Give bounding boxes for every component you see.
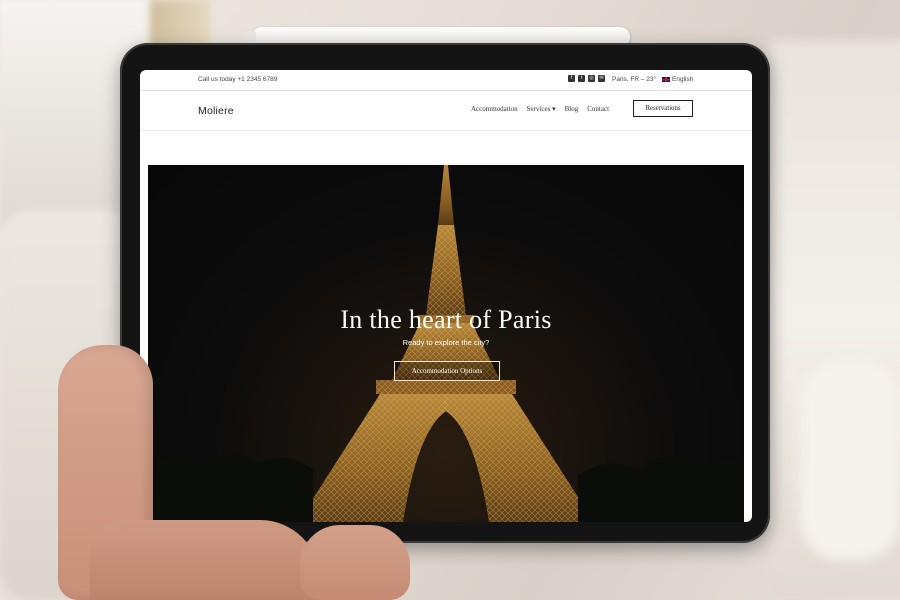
- phone-contact[interactable]: Call us today +1 2345 6789: [198, 76, 277, 83]
- tablet-screen: Call us today +1 2345 6789 f t ◎ ✉ Paris…: [140, 70, 752, 522]
- language-selector[interactable]: English: [662, 76, 693, 83]
- accommodation-options-button[interactable]: Accommodation Options: [394, 361, 500, 381]
- nav-item-accommodation[interactable]: Accommodation: [471, 105, 518, 113]
- main-navigation: Moliere Accommodation Services ▾ Blog Co…: [140, 90, 752, 131]
- hero-title: In the heart of Paris: [340, 305, 552, 334]
- social-links: f t ◎ ✉: [568, 75, 605, 82]
- weather-readout: Paris, FR – 23°: [612, 76, 657, 83]
- hero-subtitle: Ready to explore the city?: [402, 338, 490, 347]
- background-cushion: [800, 360, 900, 560]
- nav-item-services[interactable]: Services ▾: [527, 105, 556, 113]
- hand-thumb: [300, 525, 410, 600]
- facebook-icon[interactable]: f: [568, 75, 575, 82]
- instagram-icon[interactable]: ◎: [588, 75, 595, 82]
- email-icon[interactable]: ✉: [598, 75, 605, 82]
- hero-banner: In the heart of Paris Ready to explore t…: [148, 165, 744, 522]
- reservations-button[interactable]: Reservations: [633, 100, 693, 117]
- twitter-icon[interactable]: t: [578, 75, 585, 82]
- language-label: English: [672, 76, 694, 83]
- nav-item-blog[interactable]: Blog: [565, 105, 579, 113]
- top-info-bar: Call us today +1 2345 6789 f t ◎ ✉ Paris…: [140, 70, 752, 91]
- site-logo[interactable]: Moliere: [198, 105, 234, 117]
- uk-flag-icon: [662, 77, 670, 82]
- hand-palm: [90, 520, 320, 600]
- nav-item-contact[interactable]: Contact: [587, 105, 609, 113]
- nav-menu: Accommodation Services ▾ Blog Contact: [471, 105, 609, 113]
